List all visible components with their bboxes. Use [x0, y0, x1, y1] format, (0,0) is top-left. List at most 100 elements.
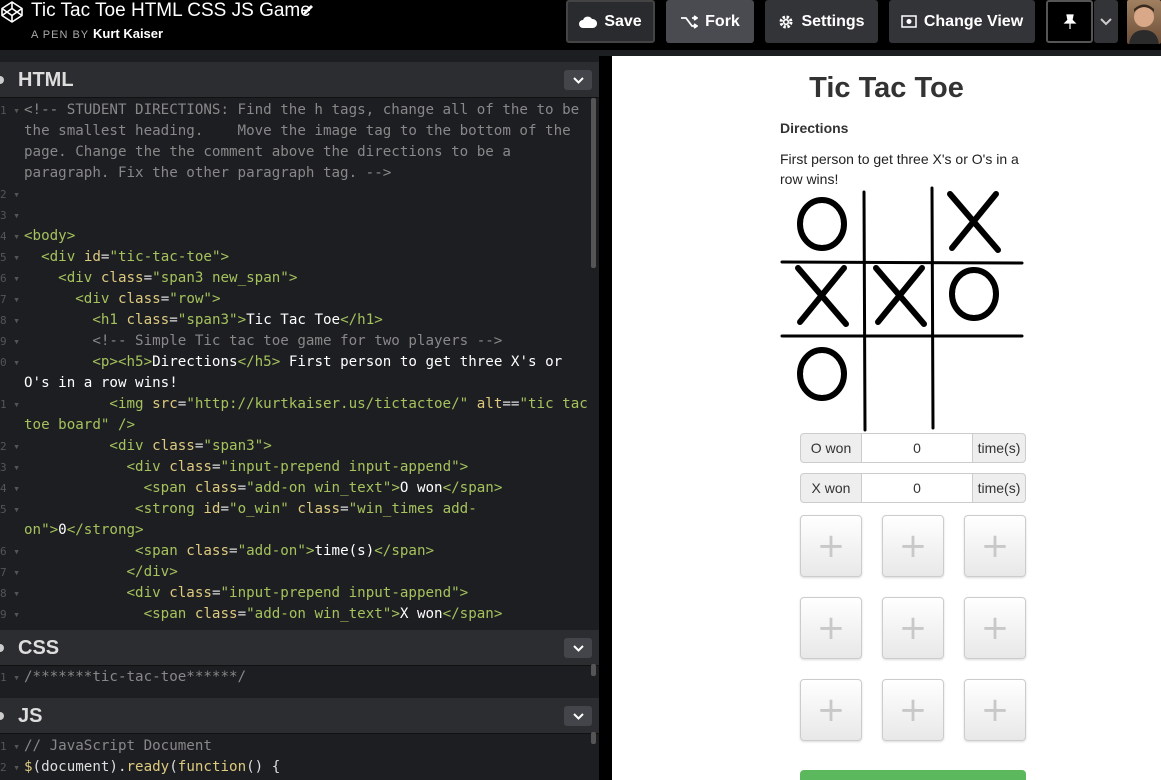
- plus-icon: +: [898, 526, 928, 566]
- js-editor-menu-button[interactable]: [564, 706, 592, 726]
- user-menu-button[interactable]: [1094, 0, 1118, 43]
- code-line[interactable]: on">0</strong>: [0, 520, 599, 541]
- save-button[interactable]: Save: [566, 0, 655, 43]
- game-cell-button[interactable]: +: [800, 597, 862, 659]
- code-line[interactable]: 8 ▾ <h1 class="span3">Tic Tac Toe</h1>: [0, 310, 599, 331]
- pen-author[interactable]: Kurt Kaiser: [93, 26, 163, 41]
- x-won-label: X won: [800, 473, 862, 503]
- avatar[interactable]: [1127, 0, 1161, 44]
- preview-pane: Tic Tac Toe Directions First person to g…: [612, 56, 1161, 780]
- code-line[interactable]: paragraph. Fix the other paragraph tag. …: [0, 163, 599, 184]
- code-line[interactable]: 0 ▾ <p><h5>Directions</h5> First person …: [0, 352, 599, 373]
- code-line[interactable]: 1 ▾ /*******tic-tac-toe******/: [0, 667, 599, 688]
- code-line[interactable]: 7 ▾ </div>: [0, 562, 599, 583]
- code-line[interactable]: page. Change the the comment above the d…: [0, 142, 599, 163]
- code-line[interactable]: 5 ▾ <strong id="o_win" class="win_times …: [0, 499, 599, 520]
- code-line[interactable]: 1 ▾ <!-- STUDENT DIRECTIONS: Find the h t…: [0, 100, 599, 121]
- plus-icon: +: [980, 608, 1010, 648]
- line-number: 1 ▾: [0, 398, 20, 411]
- line-number: 3 ▾: [0, 461, 20, 474]
- code-line[interactable]: 6 ▾ <span class="add-on">time(s)</span>: [0, 541, 599, 562]
- board-x-mark: [873, 265, 927, 327]
- css-editor-menu-button[interactable]: [564, 638, 592, 658]
- x-times-label: time(s): [972, 473, 1026, 503]
- line-number: 4 ▾: [0, 230, 20, 243]
- code-line[interactable]: 2 ▾ $(document).ready(function() {: [0, 757, 599, 778]
- code-line[interactable]: 5 ▾ <div id="tic-tac-toe">: [0, 247, 599, 268]
- game-cell-button[interactable]: +: [964, 679, 1026, 741]
- plus-icon: +: [898, 690, 928, 730]
- code-line[interactable]: 3 ▾ <div class="input-prepend input-appe…: [0, 457, 599, 478]
- codepen-logo-icon[interactable]: [0, 0, 24, 24]
- line-number: 7 ▾: [0, 293, 20, 306]
- code-text: <h1 class="span3">Tic Tac Toe</h1>: [92, 312, 383, 328]
- code-line[interactable]: 9 ▾ <span class="add-on win_text">X won<…: [0, 604, 599, 623]
- pin-button[interactable]: [1046, 0, 1093, 43]
- settings-gear-icon[interactable]: [0, 709, 8, 723]
- css-code-editor[interactable]: 1 ▾ /*******tic-tac-toe******/ 2 ▾ #tic-tac…: [0, 667, 599, 691]
- html-code-editor[interactable]: 1 ▾ <!-- STUDENT DIRECTIONS: Find the h t…: [0, 100, 599, 623]
- x-score-group: X won 0 time(s): [800, 473, 1026, 503]
- code-line[interactable]: 1 ▾ <img src="http://kurtkaiser.us/ticta…: [0, 394, 599, 415]
- chevron-down-icon: [572, 76, 584, 84]
- game-cell-button[interactable]: +: [800, 679, 862, 741]
- game-cell-button[interactable]: +: [882, 515, 944, 577]
- code-line[interactable]: 3 ▾: [0, 205, 599, 226]
- code-line[interactable]: 2 ▾ #tic-tac-toe h1 {: [0, 688, 599, 691]
- css-editor-scrollbar[interactable]: [591, 664, 596, 676]
- code-text: <!-- Simple Tic tac toe game for two pla…: [92, 333, 503, 349]
- game-cell-button[interactable]: +: [964, 597, 1026, 659]
- board-o-mark: [797, 197, 847, 251]
- code-line[interactable]: the smallest heading. Move the image tag…: [0, 121, 599, 142]
- game-title: Tic Tac Toe: [809, 72, 964, 104]
- change-view-button[interactable]: Change View: [889, 0, 1035, 43]
- game-cell-button[interactable]: +: [882, 679, 944, 741]
- fork-button[interactable]: Fork: [666, 0, 754, 43]
- game-cell-button[interactable]: +: [800, 515, 862, 577]
- line-number: 1 ▾: [0, 671, 20, 684]
- code-line[interactable]: 9 ▾ <!-- Simple Tic tac toe game for two…: [0, 331, 599, 352]
- js-code-editor[interactable]: 1 ▾ // JavaScript Document 2 ▾ $(document).…: [0, 736, 599, 780]
- code-line[interactable]: 1 ▾ // JavaScript Document: [0, 736, 599, 757]
- save-label: Save: [604, 12, 642, 30]
- line-number: 6 ▾: [0, 545, 20, 558]
- reset-button[interactable]: [800, 770, 1026, 780]
- code-line[interactable]: 2 ▾: [0, 184, 599, 205]
- o-score-group: O won 0 time(s): [800, 433, 1026, 463]
- game-cell-button[interactable]: +: [882, 597, 944, 659]
- html-editor-menu-button[interactable]: [564, 70, 592, 90]
- js-editor-header: JS: [0, 698, 599, 734]
- pen-title[interactable]: Tic Tac Toe HTML CSS JS Game: [31, 0, 311, 22]
- code-line[interactable]: 6 ▾ <div class="span3 new_span">: [0, 268, 599, 289]
- code-text: O's in a row wins!: [24, 375, 178, 391]
- code-text: <div class="row">: [75, 291, 221, 307]
- code-text: <p><h5>Directions</h5> First person to g…: [92, 354, 563, 370]
- directions-heading: Directions: [780, 120, 849, 136]
- code-text: <div id="tic-tac-toe">: [41, 249, 230, 265]
- resize-divider[interactable]: [599, 56, 612, 780]
- directions-text: First person to get three X's or O's in …: [780, 151, 1019, 187]
- code-line[interactable]: 8 ▾ <div class="input-prepend input-appe…: [0, 583, 599, 604]
- code-line[interactable]: 4 ▾ <span class="add-on win_text">O won<…: [0, 478, 599, 499]
- html-editor-scrollbar[interactable]: [591, 98, 596, 268]
- html-editor-header: HTML: [0, 62, 599, 98]
- pencil-icon[interactable]: [300, 2, 316, 18]
- line-number: 9 ▾: [0, 608, 20, 621]
- o-win-count: 0: [862, 433, 972, 463]
- game-cell-button[interactable]: +: [964, 515, 1026, 577]
- js-editor-scrollbar[interactable]: [591, 732, 596, 744]
- code-line[interactable]: 2 ▾ <div class="span3">: [0, 436, 599, 457]
- line-number: 6 ▾: [0, 272, 20, 285]
- settings-gear-icon[interactable]: [0, 73, 8, 87]
- x-win-count: 0: [862, 473, 972, 503]
- code-text: <div class="input-prepend input-append">: [126, 585, 469, 601]
- code-text: <strong id="o_win" class="win_times add-: [135, 501, 477, 517]
- settings-button[interactable]: Settings: [765, 0, 878, 43]
- line-number: 0 ▾: [0, 356, 20, 369]
- code-line[interactable]: 7 ▾ <div class="row">: [0, 289, 599, 310]
- code-text: </div>: [126, 564, 178, 580]
- settings-gear-icon[interactable]: [0, 641, 8, 655]
- code-line[interactable]: 4 ▾ <body>: [0, 226, 599, 247]
- code-line[interactable]: toe board" />: [0, 415, 599, 436]
- code-line[interactable]: O's in a row wins!: [0, 373, 599, 394]
